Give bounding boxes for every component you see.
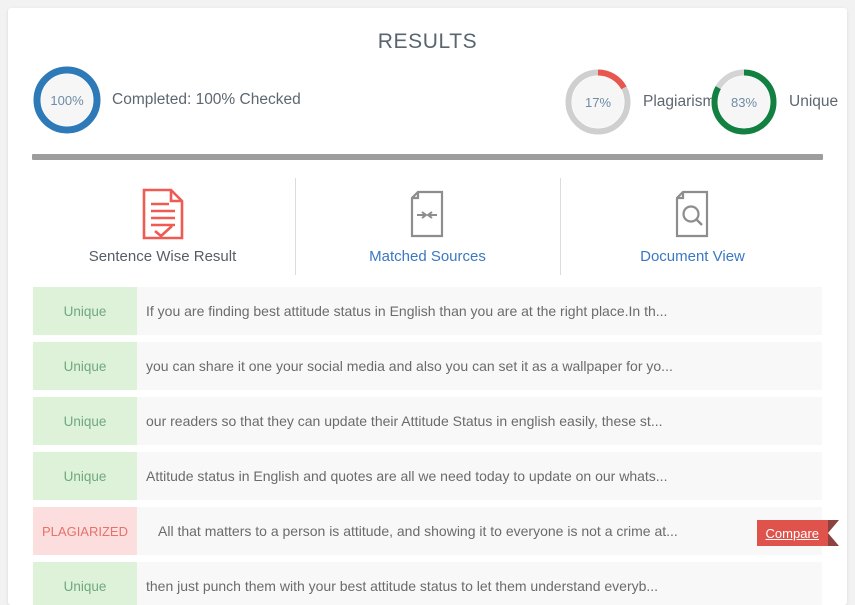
- completed-gauge-label: Completed: 100% Checked: [112, 91, 301, 108]
- compare-button[interactable]: Compare: [756, 520, 840, 546]
- plagiarism-gauge-label: Plagiarism: [643, 93, 716, 110]
- unique-gauge-label: Unique: [789, 93, 839, 110]
- table-row: PLAGIARIZED All that matters to a person…: [33, 507, 840, 555]
- table-row: Unique you can share it one your social …: [33, 342, 822, 390]
- table-row: Unique Attitude status in English and qu…: [33, 452, 822, 500]
- gauge-completed: 100% Completed: 100% Checked: [33, 66, 301, 134]
- completed-gauge-value: 100%: [50, 92, 84, 108]
- document-search-icon: [560, 186, 825, 242]
- tab-label-matched-sources: Matched Sources: [369, 248, 486, 265]
- tab-matched-sources[interactable]: Matched Sources: [295, 178, 560, 279]
- row-text: our readers so that they can update thei…: [137, 397, 822, 445]
- section-divider: [32, 154, 823, 160]
- completed-gauge-ring: 100%: [33, 66, 101, 134]
- status-badge: Unique: [33, 287, 137, 335]
- document-check-icon: [30, 186, 295, 242]
- status-badge: Unique: [33, 452, 137, 500]
- tab-label-document-view: Document View: [640, 248, 745, 265]
- table-row: Unique our readers so that they can upda…: [33, 397, 822, 445]
- row-text: then just punch them with your best atti…: [137, 562, 822, 605]
- page-title: RESULTS: [377, 30, 478, 53]
- gauge-plagiarism: 17% Plagiarism: [564, 68, 715, 136]
- tab-bar: Sentence Wise Result Matched Sources Doc…: [8, 178, 847, 279]
- unique-gauge-value: 83%: [730, 94, 758, 110]
- plagiarism-gauge-ring: 17%: [564, 68, 632, 136]
- tab-label-sentence-wise-result: Sentence Wise Result: [88, 248, 237, 265]
- gauge-unique: 83% Unique: [710, 68, 838, 136]
- unique-gauge-ring: 83%: [710, 68, 778, 136]
- plagiarism-gauge-value: 17%: [584, 94, 612, 110]
- status-badge: Unique: [33, 397, 137, 445]
- results-list: Unique If you are finding best attitude …: [8, 287, 847, 605]
- tab-document-view[interactable]: Document View: [560, 178, 825, 279]
- table-row: Unique If you are finding best attitude …: [33, 287, 822, 335]
- status-badge: Unique: [33, 342, 137, 390]
- row-text: If you are finding best attitude status …: [137, 287, 822, 335]
- table-row: Unique then just punch them with your be…: [33, 562, 822, 605]
- status-badge: Unique: [33, 562, 137, 605]
- row-text: All that matters to a person is attitude…: [137, 507, 822, 555]
- gauge-row: 100% Completed: 100% Checked 17% Plagiar…: [8, 66, 847, 144]
- row-text: you can share it one your social media a…: [137, 342, 822, 390]
- row-text: Attitude status in English and quotes ar…: [137, 452, 822, 500]
- status-badge: PLAGIARIZED: [33, 507, 137, 555]
- results-card: RESULTS 100% Completed: 100% Checked 17%: [8, 8, 847, 605]
- document-arrows-icon: [295, 186, 560, 242]
- tab-sentence-wise-result[interactable]: Sentence Wise Result: [30, 178, 295, 279]
